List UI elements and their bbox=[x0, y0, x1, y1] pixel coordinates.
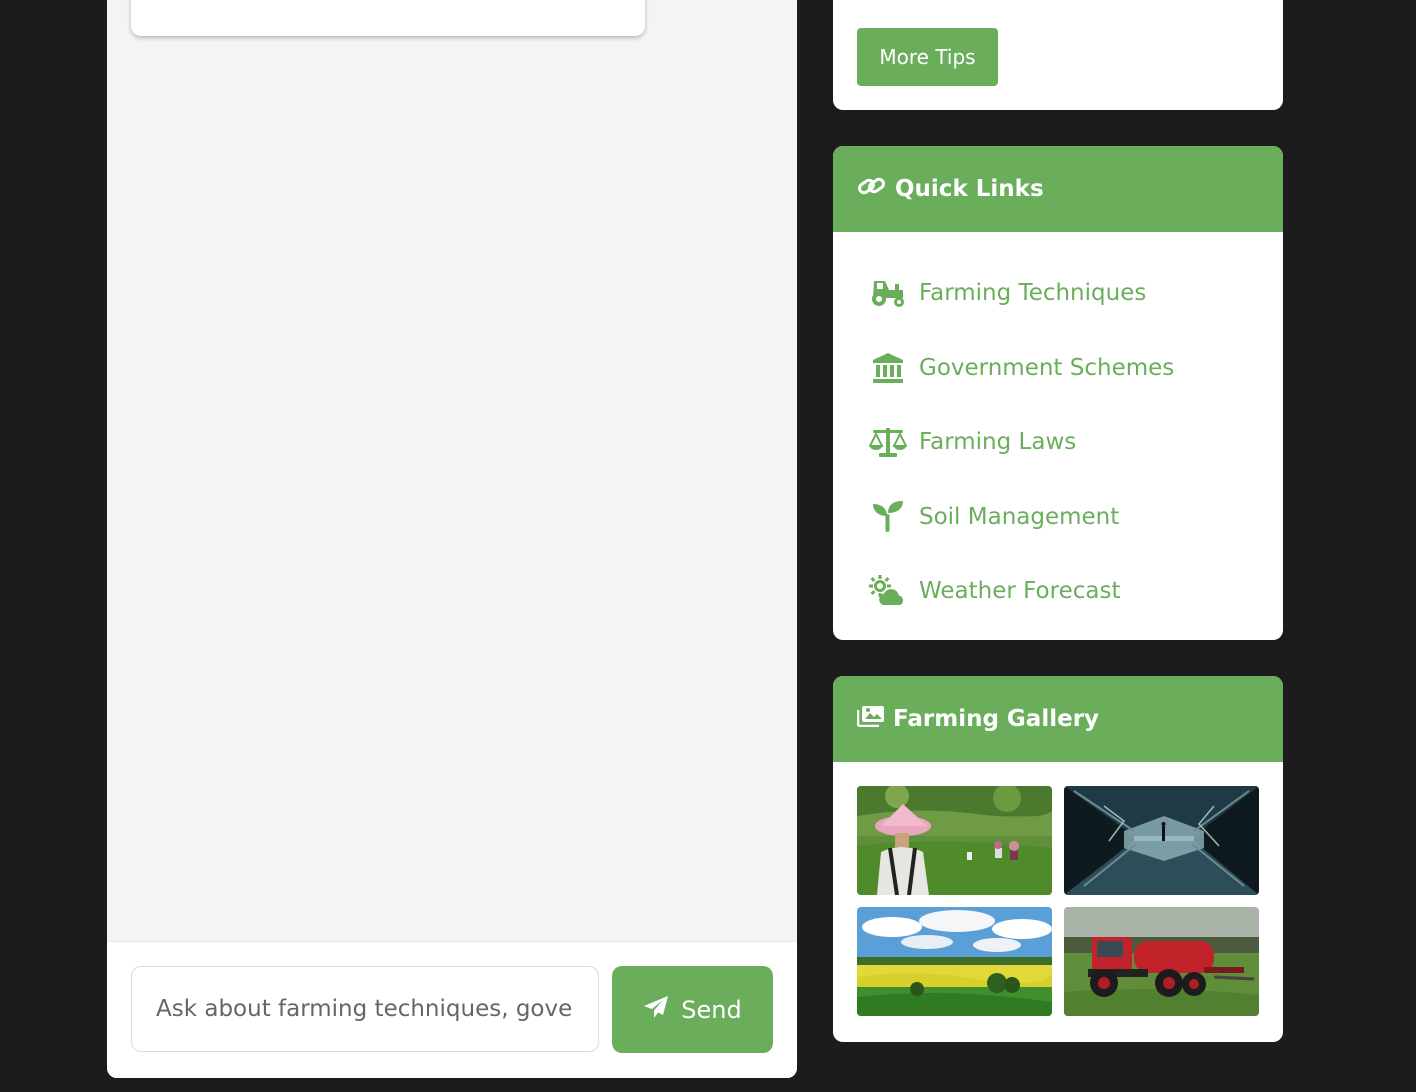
gallery-image-farmer[interactable] bbox=[857, 786, 1052, 895]
quick-link-label: Government Schemes bbox=[919, 354, 1175, 381]
seedling-icon bbox=[869, 500, 907, 534]
images-icon bbox=[856, 705, 885, 733]
quick-links-header: Quick Links bbox=[833, 146, 1283, 232]
gallery-image-rapeseed-field[interactable] bbox=[857, 907, 1052, 1016]
send-label: Send bbox=[681, 995, 742, 1024]
send-button[interactable]: Send bbox=[612, 966, 773, 1053]
more-tips-button[interactable]: More Tips bbox=[857, 28, 998, 86]
tips-card: More Tips bbox=[833, 0, 1283, 110]
gallery-grid bbox=[833, 762, 1283, 1040]
quick-link-label: Soil Management bbox=[919, 503, 1120, 530]
quick-links-card: Quick Links Farming Techniques Governmen… bbox=[833, 146, 1283, 640]
quick-link-soil-management[interactable]: Soil Management bbox=[833, 480, 1283, 555]
chat-input[interactable] bbox=[131, 966, 599, 1052]
gallery-image-red-tractor[interactable] bbox=[1064, 907, 1259, 1016]
gallery-image-tunnel[interactable] bbox=[1064, 786, 1259, 895]
farming-gallery-header: Farming Gallery bbox=[833, 676, 1283, 762]
farming-gallery-card: Farming Gallery bbox=[833, 676, 1283, 1042]
paper-plane-icon bbox=[643, 995, 669, 1025]
quick-link-label: Weather Forecast bbox=[919, 578, 1121, 605]
quick-link-government-schemes[interactable]: Government Schemes bbox=[833, 331, 1283, 406]
chat-message-card bbox=[131, 0, 645, 36]
chat-input-bar: Send bbox=[107, 941, 797, 1078]
chat-panel: Send bbox=[107, 0, 797, 1078]
link-icon bbox=[857, 174, 887, 204]
tractor-icon bbox=[869, 276, 907, 310]
cloud-sun-icon bbox=[869, 574, 907, 608]
quick-link-label: Farming Laws bbox=[919, 429, 1077, 456]
quick-links-title: Quick Links bbox=[895, 176, 1044, 202]
quick-link-farming-techniques[interactable]: Farming Techniques bbox=[833, 256, 1283, 331]
quick-link-farming-laws[interactable]: Farming Laws bbox=[833, 405, 1283, 480]
quick-link-weather-forecast[interactable]: Weather Forecast bbox=[833, 554, 1283, 629]
farming-gallery-title: Farming Gallery bbox=[893, 706, 1100, 732]
quick-link-label: Farming Techniques bbox=[919, 280, 1147, 307]
landmark-icon bbox=[869, 351, 907, 385]
quick-links-list: Farming Techniques Government Schemes Fa… bbox=[833, 232, 1283, 629]
scale-icon bbox=[869, 425, 907, 459]
